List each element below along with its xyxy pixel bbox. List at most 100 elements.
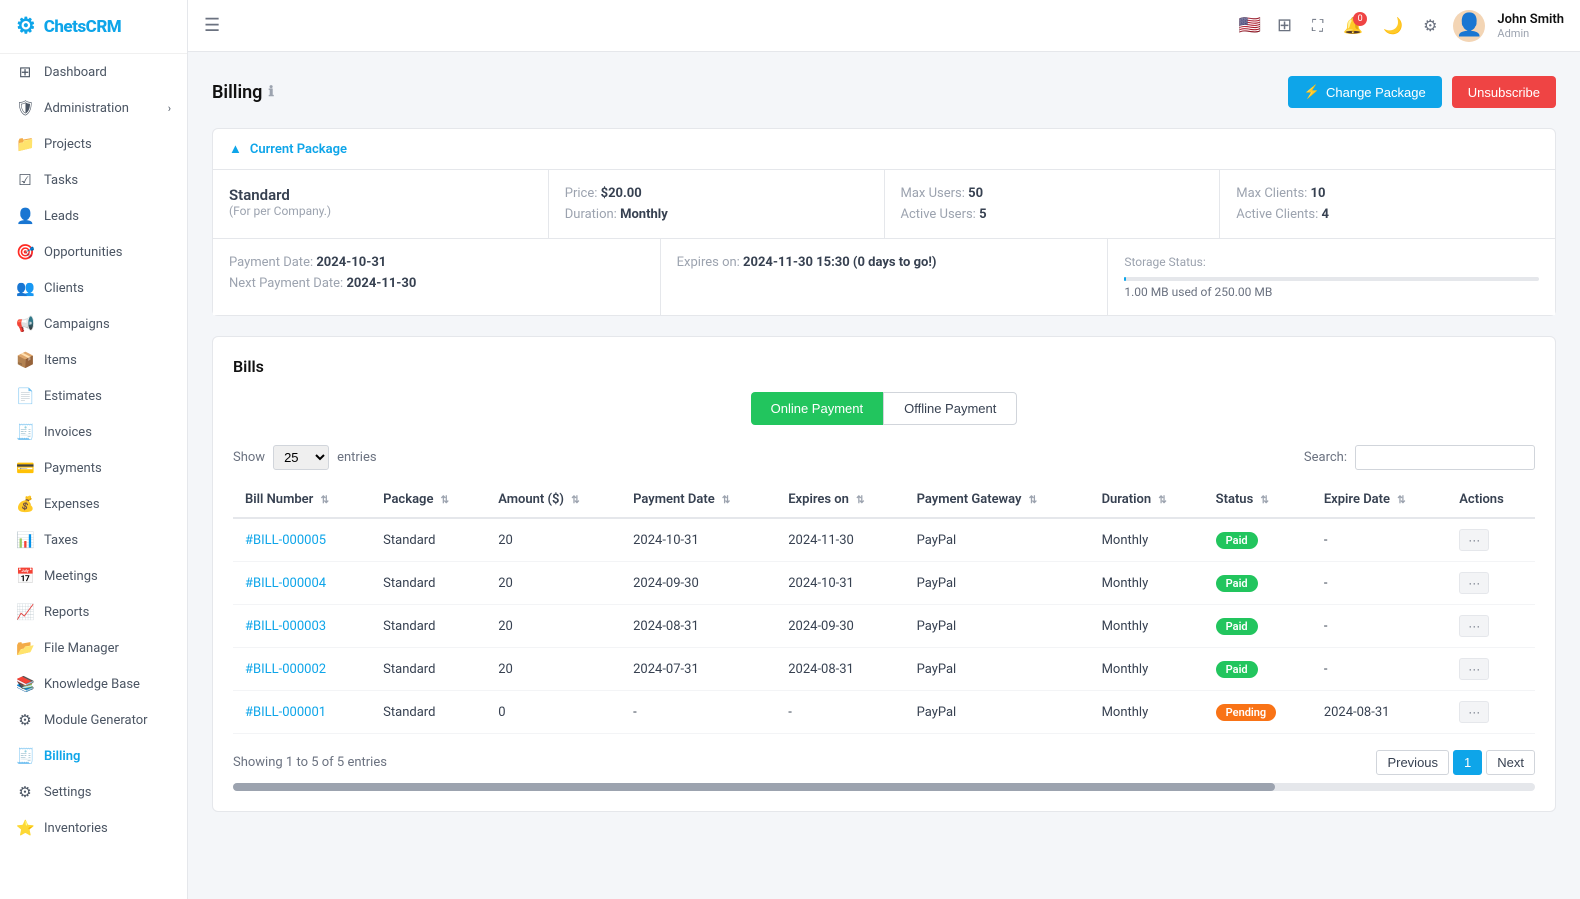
sidebar-item-settings[interactable]: ⚙ Settings bbox=[0, 774, 187, 810]
storage-cell: Storage Status: 1.00 MB used of 250.00 M… bbox=[1108, 239, 1555, 315]
table-row: #BILL-000001 Standard 0 - - PayPal Month… bbox=[233, 691, 1535, 734]
offline-payment-button[interactable]: Offline Payment bbox=[883, 392, 1017, 425]
sidebar-item-dashboard[interactable]: ⊞ Dashboard bbox=[0, 54, 187, 90]
sidebar-label-dashboard: Dashboard bbox=[44, 65, 107, 80]
table-header-row: Bill Number ⇅ Package ⇅ Amount ($) ⇅ Pay… bbox=[233, 482, 1535, 518]
sidebar-item-estimates[interactable]: 📄 Estimates bbox=[0, 378, 187, 414]
sidebar-icon-administration: 🛡 bbox=[16, 99, 34, 117]
sidebar-item-inventories[interactable]: ⭐ Inventories bbox=[0, 810, 187, 846]
sidebar-icon-inventories: ⭐ bbox=[16, 819, 34, 837]
bill-number-link[interactable]: #BILL-000003 bbox=[245, 619, 326, 634]
sidebar-item-billing[interactable]: 🧾 Billing bbox=[0, 738, 187, 774]
sidebar-item-tasks[interactable]: ☑ Tasks bbox=[0, 162, 187, 198]
sidebar-icon-module-generator: ⚙ bbox=[16, 711, 34, 729]
sidebar-icon-billing: 🧾 bbox=[16, 747, 34, 765]
sidebar-icon-taxes: 📊 bbox=[16, 531, 34, 549]
col-expire-date[interactable]: Expire Date ⇅ bbox=[1312, 482, 1447, 518]
sidebar-item-items[interactable]: 📦 Items bbox=[0, 342, 187, 378]
table-scroll: Bill Number ⇅ Package ⇅ Amount ($) ⇅ Pay… bbox=[233, 482, 1535, 734]
sidebar-item-projects[interactable]: 📁 Projects bbox=[0, 126, 187, 162]
page-1-button[interactable]: 1 bbox=[1453, 750, 1482, 775]
col-duration[interactable]: Duration ⇅ bbox=[1090, 482, 1204, 518]
amount-cell: 0 bbox=[486, 691, 621, 734]
hamburger-icon[interactable]: ☰ bbox=[204, 15, 220, 36]
entries-label: entries bbox=[337, 450, 377, 465]
sidebar-item-module-generator[interactable]: ⚙ Module Generator bbox=[0, 702, 187, 738]
moon-icon[interactable]: 🌙 bbox=[1379, 12, 1407, 39]
chevron-icon: › bbox=[168, 102, 171, 115]
grid-icon[interactable]: ⊞ bbox=[1273, 11, 1296, 40]
bill-number-link[interactable]: #BILL-000004 bbox=[245, 576, 326, 591]
fullscreen-icon[interactable]: ⛶ bbox=[1308, 12, 1327, 40]
flag-icon[interactable]: 🇺🇸 bbox=[1239, 15, 1261, 36]
entries-info: Showing 1 to 5 of 5 entries bbox=[233, 755, 387, 770]
col-package[interactable]: Package ⇅ bbox=[371, 482, 486, 518]
action-button[interactable]: ··· bbox=[1459, 572, 1489, 594]
sidebar-item-clients[interactable]: 👥 Clients bbox=[0, 270, 187, 306]
horizontal-scrollbar[interactable] bbox=[233, 783, 1535, 791]
sidebar-item-administration[interactable]: 🛡 Administration › bbox=[0, 90, 187, 126]
bill-number-link[interactable]: #BILL-000001 bbox=[245, 705, 326, 720]
price-value: $20.00 bbox=[601, 186, 642, 201]
col-bill-number[interactable]: Bill Number ⇅ bbox=[233, 482, 371, 518]
status-cell: Paid bbox=[1204, 562, 1312, 605]
sidebar-icon-payments: 💳 bbox=[16, 459, 34, 477]
sidebar-item-taxes[interactable]: 📊 Taxes bbox=[0, 522, 187, 558]
sidebar-item-file-manager[interactable]: 📂 File Manager bbox=[0, 630, 187, 666]
col-expires-on[interactable]: Expires on ⇅ bbox=[776, 482, 904, 518]
sidebar-item-reports[interactable]: 📈 Reports bbox=[0, 594, 187, 630]
active-clients-value: 4 bbox=[1321, 207, 1328, 222]
sidebar-item-knowledge-base[interactable]: 📚 Knowledge Base bbox=[0, 666, 187, 702]
duration-cell: Monthly bbox=[1090, 648, 1204, 691]
sidebar-icon-knowledge-base: 📚 bbox=[16, 675, 34, 693]
expires-on-cell: - bbox=[776, 691, 904, 734]
payment-date-cell: 2024-09-30 bbox=[621, 562, 776, 605]
search-input[interactable] bbox=[1355, 445, 1535, 470]
bill-number-link[interactable]: #BILL-000005 bbox=[245, 533, 326, 548]
current-package-header[interactable]: ▲ Current Package bbox=[213, 129, 1555, 170]
main-area: ☰ 🇺🇸 ⊞ ⛶ 🔔 0 🌙 ⚙ 👤 John Smith Admin Bill… bbox=[188, 0, 1580, 899]
sidebar-item-opportunities[interactable]: 🎯 Opportunities bbox=[0, 234, 187, 270]
payment-date-cell: 2024-10-31 bbox=[621, 518, 776, 562]
sidebar-label-reports: Reports bbox=[44, 605, 89, 620]
package-cell: Standard bbox=[371, 691, 486, 734]
notification-icon[interactable]: 🔔 0 bbox=[1339, 12, 1367, 39]
sidebar-icon-projects: 📁 bbox=[16, 135, 34, 153]
online-payment-button[interactable]: Online Payment bbox=[751, 392, 884, 425]
sidebar-item-expenses[interactable]: 💰 Expenses bbox=[0, 486, 187, 522]
sidebar-icon-expenses: 💰 bbox=[16, 495, 34, 513]
col-payment-date[interactable]: Payment Date ⇅ bbox=[621, 482, 776, 518]
package-sub: (For per Company.) bbox=[229, 204, 532, 218]
info-icon[interactable]: ℹ bbox=[268, 84, 273, 100]
payment-date-value: 2024-10-31 bbox=[316, 255, 386, 270]
bill-number-link[interactable]: #BILL-000002 bbox=[245, 662, 326, 677]
search-label: Search: bbox=[1304, 450, 1347, 465]
action-button[interactable]: ··· bbox=[1459, 701, 1489, 723]
col-gateway[interactable]: Payment Gateway ⇅ bbox=[905, 482, 1090, 518]
unsubscribe-button[interactable]: Unsubscribe bbox=[1452, 76, 1556, 108]
col-status[interactable]: Status ⇅ bbox=[1204, 482, 1312, 518]
action-button[interactable]: ··· bbox=[1459, 529, 1489, 551]
payment-date-cell: 2024-08-31 bbox=[621, 605, 776, 648]
gateway-cell: PayPal bbox=[905, 562, 1090, 605]
sidebar-label-module-generator: Module Generator bbox=[44, 713, 148, 728]
duration-cell: Monthly bbox=[1090, 605, 1204, 648]
action-button[interactable]: ··· bbox=[1459, 615, 1489, 637]
settings-icon[interactable]: ⚙ bbox=[1419, 12, 1441, 39]
sidebar-item-meetings[interactable]: 📅 Meetings bbox=[0, 558, 187, 594]
sidebar-item-leads[interactable]: 👤 Leads bbox=[0, 198, 187, 234]
sidebar-item-invoices[interactable]: 🧾 Invoices bbox=[0, 414, 187, 450]
sidebar-item-campaigns[interactable]: 📢 Campaigns bbox=[0, 306, 187, 342]
page-header: Billing ℹ ⚡ Change Package Unsubscribe bbox=[212, 76, 1556, 108]
next-button[interactable]: Next bbox=[1486, 750, 1535, 775]
action-button[interactable]: ··· bbox=[1459, 658, 1489, 680]
show-entries: Show 25 50 100 entries bbox=[233, 445, 377, 470]
sidebar-item-payments[interactable]: 💳 Payments bbox=[0, 450, 187, 486]
prev-button[interactable]: Previous bbox=[1376, 750, 1449, 775]
sidebar-icon-estimates: 📄 bbox=[16, 387, 34, 405]
entries-select[interactable]: 25 50 100 bbox=[273, 445, 329, 470]
col-amount[interactable]: Amount ($) ⇅ bbox=[486, 482, 621, 518]
amount-cell: 20 bbox=[486, 562, 621, 605]
sidebar-label-leads: Leads bbox=[44, 209, 79, 224]
change-package-button[interactable]: ⚡ Change Package bbox=[1288, 76, 1442, 108]
